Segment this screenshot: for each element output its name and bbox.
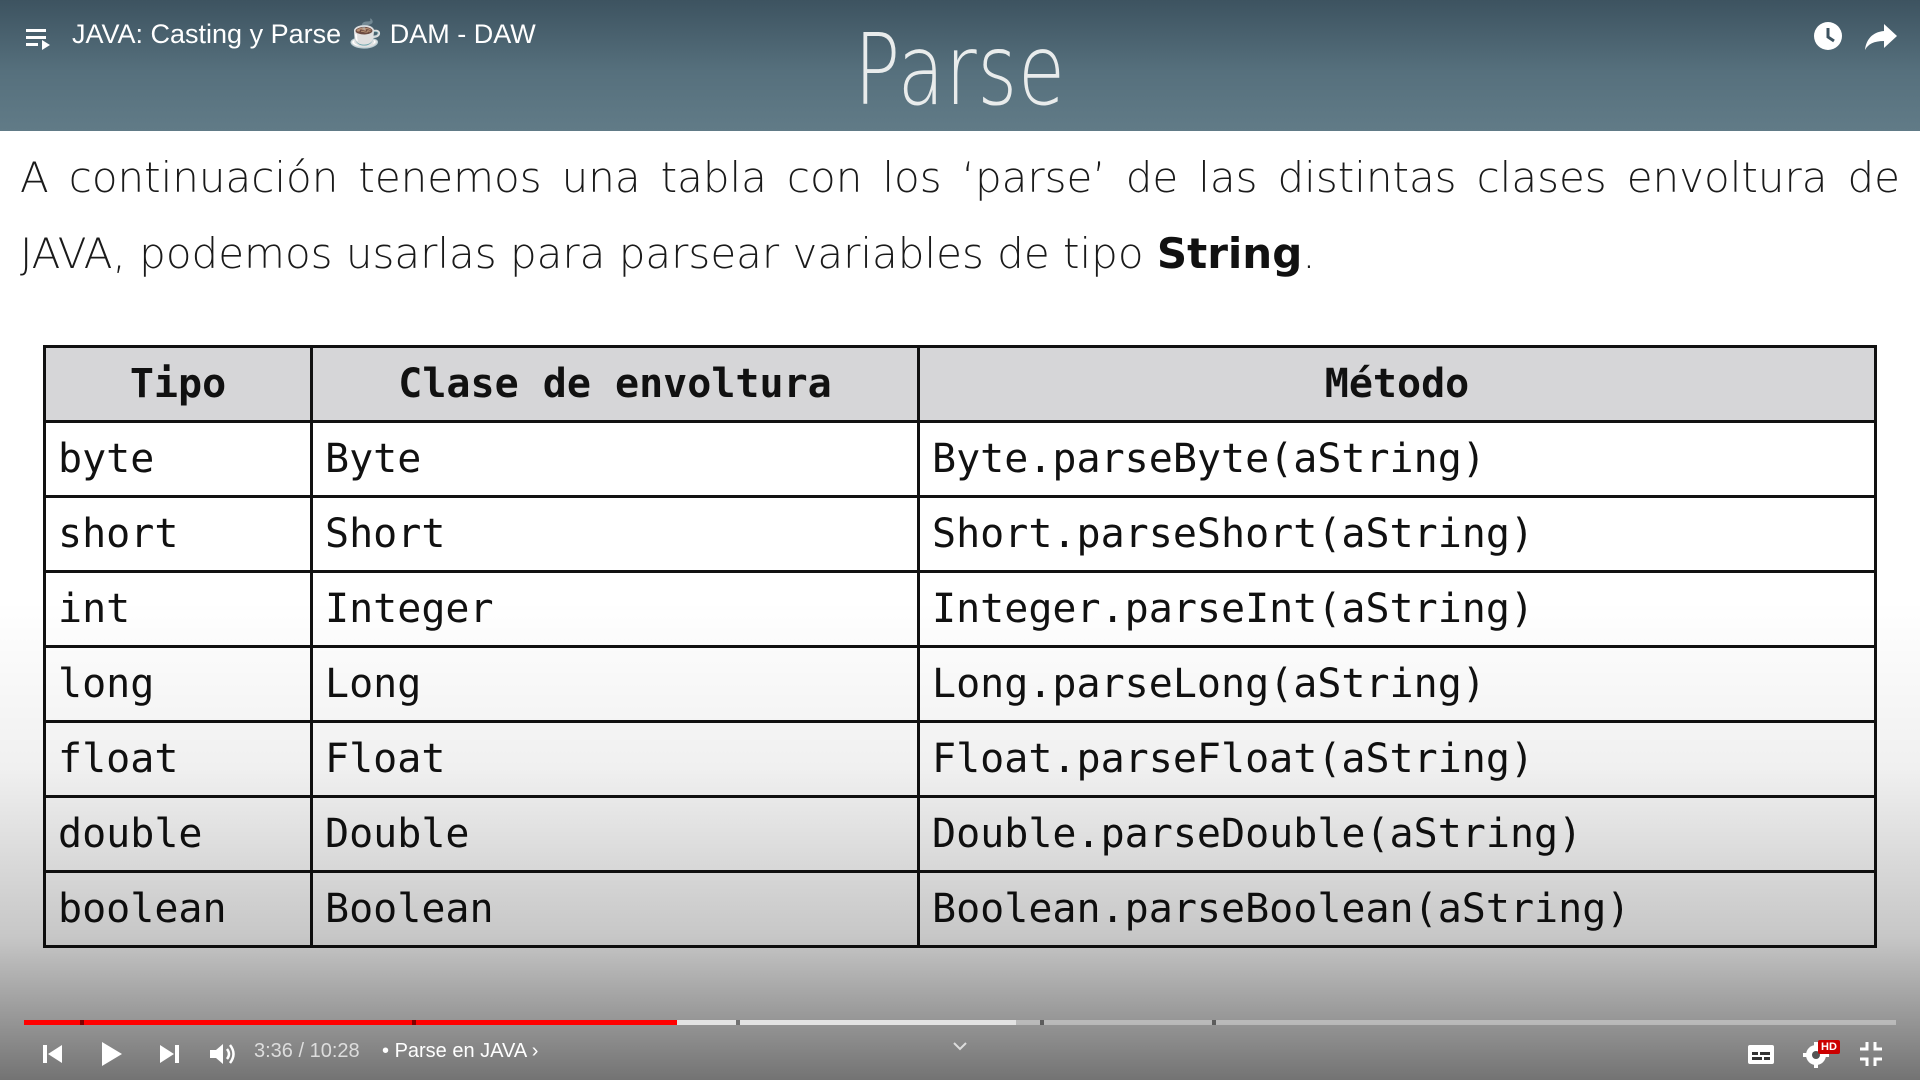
cell-metodo: Float.parseFloat(aString): [917, 720, 1877, 798]
cell-clase: Byte: [310, 420, 920, 498]
chapter-name: Parse en JAVA: [394, 1040, 527, 1062]
cell-clase: Float: [310, 720, 920, 798]
cell-metodo: Integer.parseInt(aString): [917, 570, 1877, 648]
chapter-separator: •: [382, 1040, 395, 1062]
table-row: float Float Float.parseFloat(aString): [43, 720, 1877, 798]
chevron-down-icon[interactable]: [950, 1040, 970, 1072]
intro-paragraph: A continuación tenemos una tabla con los…: [20, 140, 1900, 292]
hd-badge: HD: [1818, 1040, 1840, 1054]
chapter-marker: [736, 1020, 740, 1025]
cell-metodo: Double.parseDouble(aString): [917, 795, 1877, 873]
exit-fullscreen-icon[interactable]: [1856, 1038, 1886, 1070]
header-tipo: Tipo: [43, 345, 313, 423]
time-separator: /: [292, 1040, 310, 1062]
cell-tipo: float: [43, 720, 313, 798]
cell-metodo: Boolean.parseBoolean(aString): [917, 870, 1877, 948]
progress-played: [24, 1020, 678, 1025]
intro-line-2-end: .: [1302, 229, 1316, 278]
playlist-icon[interactable]: [26, 26, 54, 50]
volume-icon[interactable]: [208, 1038, 238, 1070]
cell-clase: Long: [310, 645, 920, 723]
player-top-bar: JAVA: Casting y Parse ☕ DAM - DAW: [0, 0, 1920, 70]
table-row: long Long Long.parseLong(aString): [43, 645, 1877, 723]
time-total: 10:28: [309, 1040, 360, 1062]
table-row: byte Byte Byte.parseByte(aString): [43, 420, 1877, 498]
cell-tipo: long: [43, 645, 313, 723]
cell-metodo: Short.parseShort(aString): [917, 495, 1877, 573]
intro-line-2-bold: String: [1156, 229, 1303, 278]
cell-metodo: Long.parseLong(aString): [917, 645, 1877, 723]
cell-clase: Short: [310, 495, 920, 573]
table-row: int Integer Integer.parseInt(aString): [43, 570, 1877, 648]
share-icon[interactable]: [1864, 22, 1898, 52]
chapter-title[interactable]: • Parse en JAVA ›: [382, 1040, 538, 1063]
cell-clase: Boolean: [310, 870, 920, 948]
parse-methods-table: Tipo Clase de envoltura Método byte Byte…: [43, 345, 1877, 948]
table-row: boolean Boolean Boolean.parseBoolean(aSt…: [43, 870, 1877, 948]
table-row: short Short Short.parseShort(aString): [43, 495, 1877, 573]
cell-tipo: int: [43, 570, 313, 648]
cell-tipo: short: [43, 495, 313, 573]
cell-tipo: byte: [43, 420, 313, 498]
time-display: 3:36 / 10:28: [254, 1040, 360, 1063]
header-metodo: Método: [917, 345, 1877, 423]
intro-line-1: A continuación tenemos una tabla con los…: [20, 153, 1900, 202]
chapter-marker: [412, 1020, 416, 1025]
cell-clase: Integer: [310, 570, 920, 648]
chapter-marker: [1040, 1020, 1044, 1025]
header-clase-envoltura: Clase de envoltura: [310, 345, 920, 423]
cell-tipo: double: [43, 795, 313, 873]
table-header-row: Tipo Clase de envoltura Método: [43, 345, 1877, 423]
intro-line-2-start: JAVA, podemos usarlas para parsear varia…: [20, 229, 1157, 278]
clock-icon[interactable]: [1812, 20, 1844, 52]
cell-tipo: boolean: [43, 870, 313, 948]
previous-icon[interactable]: [40, 1038, 66, 1070]
chapter-chevron: ›: [531, 1040, 539, 1062]
next-icon[interactable]: [156, 1038, 182, 1070]
progress-bar[interactable]: [24, 1020, 1896, 1025]
cell-metodo: Byte.parseByte(aString): [917, 420, 1877, 498]
video-title[interactable]: JAVA: Casting y Parse ☕ DAM - DAW: [72, 18, 536, 50]
play-icon[interactable]: [96, 1038, 126, 1070]
cell-clase: Double: [310, 795, 920, 873]
time-current: 3:36: [254, 1040, 293, 1062]
chapter-marker: [1212, 1020, 1216, 1025]
table-row: double Double Double.parseDouble(aString…: [43, 795, 1877, 873]
chapter-marker: [80, 1020, 84, 1025]
subtitles-icon[interactable]: [1746, 1038, 1776, 1070]
